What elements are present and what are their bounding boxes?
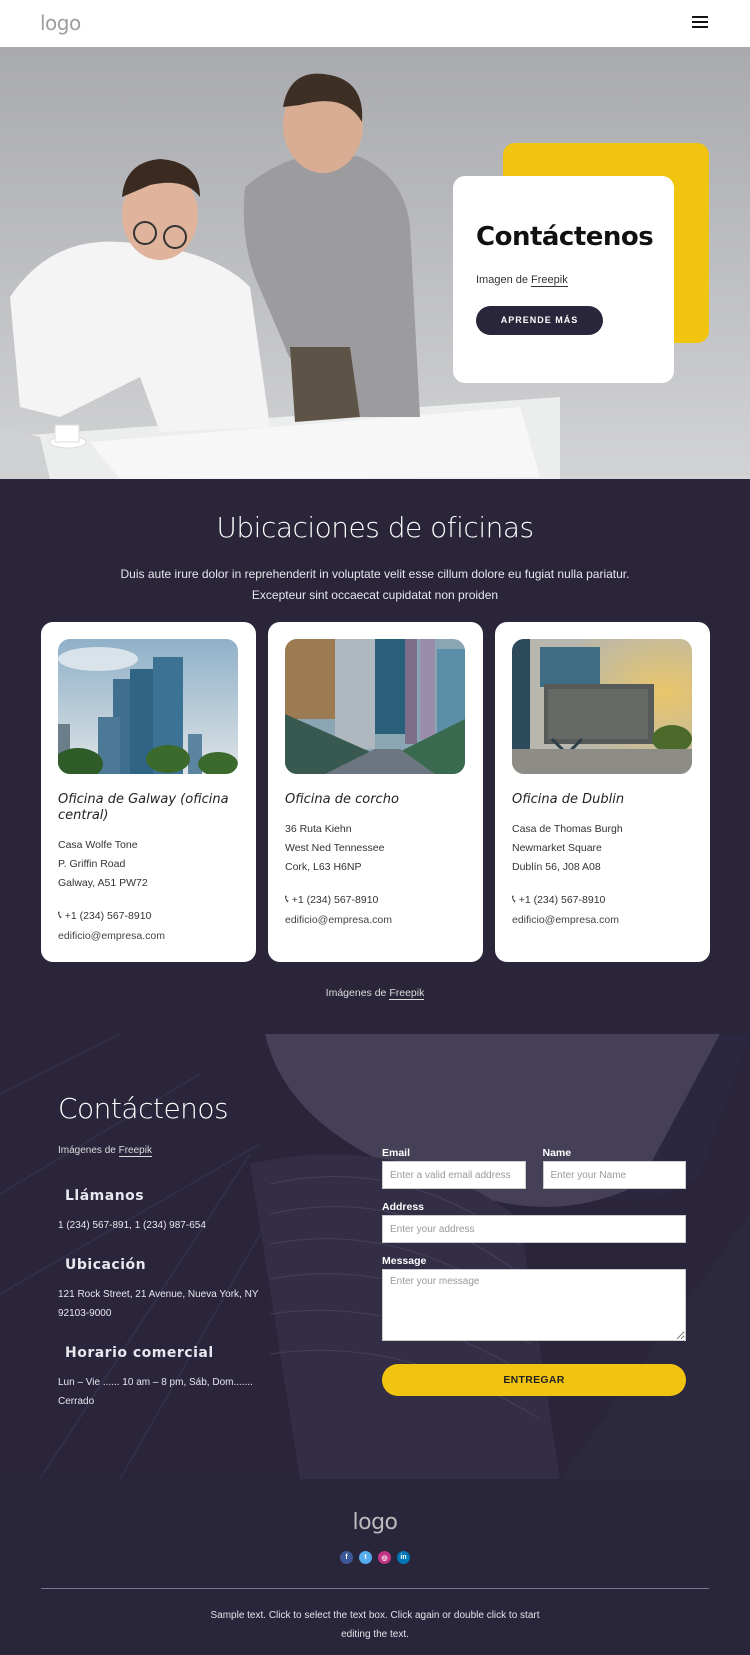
office-address: 36 Ruta Kiehn West Ned Tennessee Cork, L… [285,820,466,877]
message-field[interactable] [382,1269,686,1341]
name-label: Name [542,1147,572,1159]
address-line: P. Griffin Road [58,858,126,870]
email-field[interactable] [382,1161,526,1189]
section-subtitle: Duis aute irure dolor in reprehenderit i… [120,567,630,602]
office-locations-section: Ubicaciones de oficinas Duis aute irure … [0,479,750,1034]
address-line: Galway, A51 PW72 [58,877,148,889]
hamburger-menu-icon[interactable] [692,16,708,30]
logo[interactable]: logo [40,11,81,35]
freepik-link[interactable]: Freepik [118,1145,152,1157]
office-email[interactable]: edificio@empresa.com [512,914,693,926]
office-card: Oficina de corcho 36 Ruta Kiehn West Ned… [268,622,483,962]
submit-button[interactable]: ENTREGAR [382,1364,686,1396]
phone-number: +1 (234) 567-8910 [64,909,152,922]
address-line: Dublín 56, J08 A08 [512,861,601,873]
name-field[interactable] [542,1161,686,1189]
contact-section: Contáctenos Imágenes de Freepik Llámanos… [0,1034,750,1479]
location-address: 121 Rock Street, 21 Avenue, Nueva York, … [58,1289,259,1319]
office-cards: Oficina de Galway (oficina central) Casa… [41,622,710,962]
email-label: Email [382,1147,411,1159]
site-footer: logo f t ◎ in Sample text. Click to sele… [0,1479,750,1655]
credit-prefix: Imagen de [476,274,532,286]
office-name: Oficina de Dublin [512,792,625,807]
facebook-icon[interactable]: f [340,1551,353,1564]
freepik-link[interactable]: Freepik [531,274,568,287]
contact-info: Contáctenos Imágenes de Freepik Llámanos… [58,1092,298,1411]
business-hours: Lun – Vie ...... 10 am – 8 pm, Sáb, Dom.… [58,1377,253,1407]
office-address: Casa Wolfe Tone P. Griffin Road Galway, … [58,836,239,893]
call-numbers: 1 (234) 567-891, 1 (234) 987-654 [58,1220,206,1231]
credit-prefix: Imágenes de [58,1145,119,1156]
office-card: Oficina de Dublin Casa de Thomas Burgh N… [495,622,710,962]
hero-card: Contáctenos Imagen de Freepik APRENDE MÁ… [453,176,674,383]
office-phone[interactable]: 📞︎ +1 (234) 567-8910 [58,909,239,922]
contact-title: Contáctenos [58,1092,229,1125]
address-line: 36 Ruta Kiehn [285,823,352,835]
office-email[interactable]: edificio@empresa.com [58,930,239,942]
linkedin-icon[interactable]: in [397,1551,410,1564]
office-name: Oficina de corcho [285,792,399,807]
address-line: Newmarket Square [512,842,602,854]
contact-form: Email Name Address Message ENTREGAR [382,1147,686,1396]
social-links: f t ◎ in [0,1551,750,1564]
address-label: Address [382,1201,425,1213]
message-label: Message [382,1255,427,1267]
address-line: West Ned Tennessee [285,842,385,854]
learn-more-button[interactable]: APRENDE MÁS [476,306,603,335]
site-header: logo [0,0,750,47]
address-line: Casa Wolfe Tone [58,839,138,851]
office-name: Oficina de Galway (oficina central) [58,792,229,823]
instagram-icon[interactable]: ◎ [378,1551,391,1564]
office-image-dublin [512,639,692,774]
credit-prefix: Imágenes de [325,987,390,999]
address-field[interactable] [382,1215,686,1243]
call-heading: Llámanos [65,1188,145,1204]
address-line: Casa de Thomas Burgh [512,823,623,835]
office-card: Oficina de Galway (oficina central) Casa… [41,622,256,962]
phone-number: +1 (234) 567-8910 [291,893,379,906]
office-email[interactable]: edificio@empresa.com [285,914,466,926]
phone-icon: 📞︎ [58,909,62,921]
offices-image-credit: Imágenes de Freepik [0,987,750,1000]
office-address: Casa de Thomas Burgh Newmarket Square Du… [512,820,693,877]
section-title: Ubicaciones de oficinas [216,511,534,544]
office-phone[interactable]: 📞︎ +1 (234) 567-8910 [285,893,466,906]
contact-image-credit: Imágenes de Freepik [58,1145,298,1157]
office-phone[interactable]: 📞︎ +1 (234) 567-8910 [512,893,693,906]
footer-divider [41,1588,709,1589]
hours-heading: Horario comercial [65,1345,214,1361]
office-image-galway [58,639,238,774]
phone-icon: 📞︎ [512,893,516,905]
twitter-icon[interactable]: t [359,1551,372,1564]
hero-section: Contáctenos Imagen de Freepik APRENDE MÁ… [0,47,750,479]
phone-icon: 📞︎ [285,893,289,905]
office-image-cork [285,639,465,774]
phone-number: +1 (234) 567-8910 [518,893,606,906]
freepik-link[interactable]: Freepik [389,987,425,1000]
footer-text[interactable]: Sample text. Click to select the text bo… [210,1606,540,1644]
location-heading: Ubicación [65,1257,147,1273]
hero-image-credit: Imagen de Freepik [476,274,568,287]
address-line: Cork, L63 H6NP [285,861,362,873]
footer-logo[interactable]: logo [0,1510,750,1535]
hero-title: Contáctenos [476,222,654,252]
